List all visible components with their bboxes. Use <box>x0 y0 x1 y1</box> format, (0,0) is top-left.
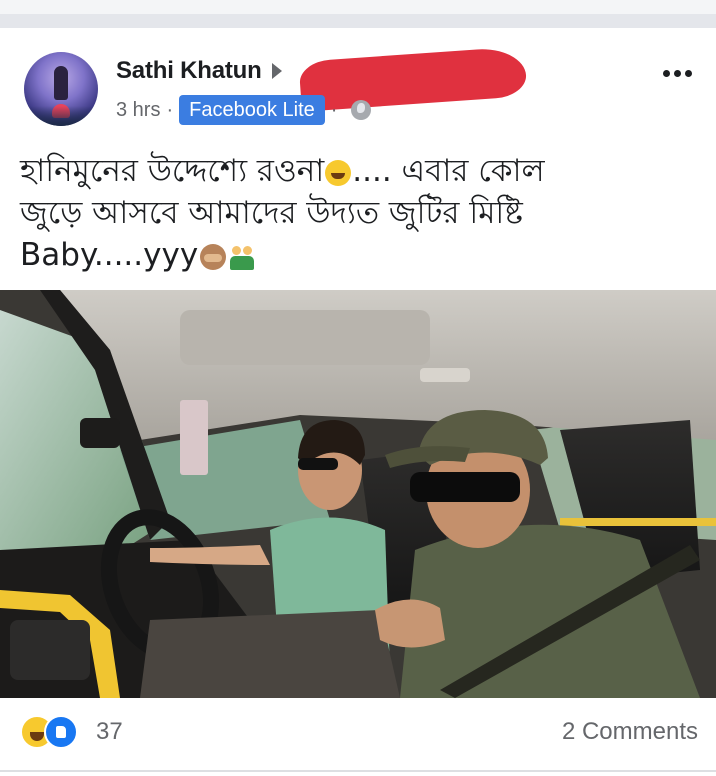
post-text-line-1: হানিমুনের উদ্দেশ্যে রওনা .... এবার কোল <box>20 150 700 192</box>
passenger-sunglasses <box>410 472 520 502</box>
passenger-hand <box>375 599 445 648</box>
post-text-part: হানিমুনের উদ্দেশ্যে রওনা <box>20 153 325 189</box>
more-dot <box>685 70 692 77</box>
reactions-bar: 37 2 Comments <box>0 698 716 770</box>
post-text-part: Baby.....yyy <box>20 237 199 273</box>
post-meta: 3 hrs · Facebook Lite · <box>116 94 372 126</box>
arrow-right-icon <box>271 63 282 79</box>
post-text: হানিমুনের উদ্দেশ্যে রওনা .... এবার কোল জু… <box>20 150 700 276</box>
post-text-part: .... এবার কোল <box>352 153 545 189</box>
reaction-count[interactable]: 37 <box>96 718 123 746</box>
vent <box>10 620 90 680</box>
driver-arm <box>150 545 270 565</box>
post-photo[interactable] <box>0 290 716 698</box>
like-reaction-icon <box>44 715 78 749</box>
avatar[interactable] <box>24 52 98 126</box>
post-header: Sathi Khatun 3 hrs · Facebook Lite · <box>0 28 716 138</box>
top-strip <box>0 0 716 28</box>
meta-separator: · <box>166 98 174 121</box>
couple-emoji-icon <box>230 244 255 270</box>
post-text-line-2: জুড়ে আসবে আমাদের উদ্যত জুটির মিষ্টি <box>20 192 700 234</box>
globe-icon[interactable] <box>351 100 372 120</box>
driver-sunglasses <box>298 458 338 470</box>
post-text-part: জুড়ে আসবে আমাদের উদ্যত জুটির মিষ্টি <box>20 195 523 231</box>
driver-legs <box>140 610 400 698</box>
more-options-icon[interactable] <box>663 70 692 77</box>
post-text-line-3: Baby.....yyy <box>20 234 700 276</box>
bottom-divider <box>0 770 716 772</box>
more-dot <box>674 70 681 77</box>
more-dot <box>663 70 670 77</box>
post-time[interactable]: 3 hrs <box>116 99 160 122</box>
name-row: Sathi Khatun <box>116 56 282 86</box>
dome-light <box>420 368 470 382</box>
seat-yellow-stripe <box>560 518 716 526</box>
top-strip-inner <box>0 0 716 14</box>
grinning-emoji-icon <box>325 159 352 186</box>
comments-link[interactable]: 2 Comments <box>562 718 698 746</box>
visor <box>180 310 430 365</box>
see-no-evil-monkey-emoji-icon <box>200 243 227 270</box>
author-name[interactable]: Sathi Khatun <box>116 57 262 85</box>
car-interior-photo <box>0 290 716 698</box>
side-mirror <box>80 418 120 448</box>
avatar-figure <box>54 66 68 100</box>
reaction-icons[interactable] <box>20 715 80 749</box>
avatar-city-lights <box>24 106 98 126</box>
hanging-tag <box>180 400 208 475</box>
meta-separator-2: · <box>330 98 338 121</box>
facebook-lite-badge: Facebook Lite <box>179 95 325 125</box>
